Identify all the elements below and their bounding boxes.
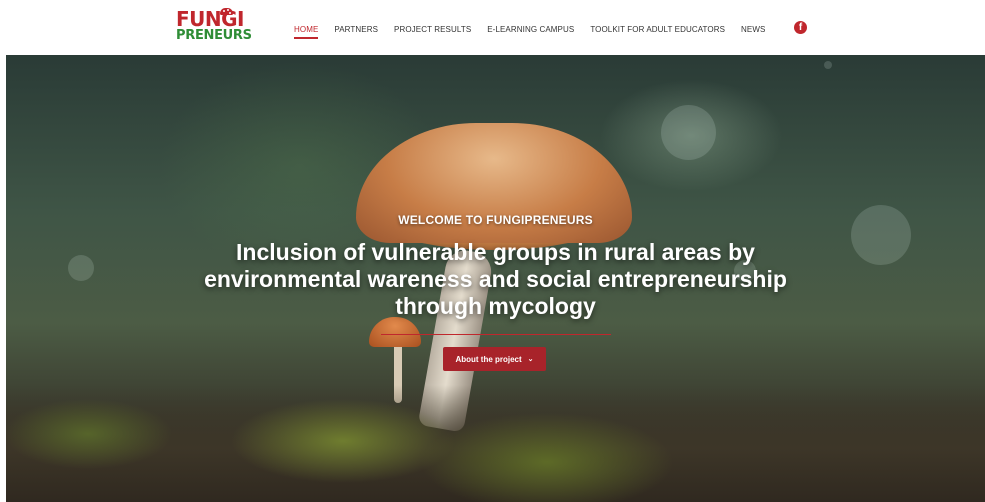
nav-item-home[interactable]: HOME	[294, 25, 319, 39]
bokeh-light	[824, 61, 832, 69]
facebook-icon[interactable]: f	[794, 21, 807, 34]
site-header: FUNGI PRENEURS HOME PARTNERS PROJECT RES…	[0, 0, 985, 55]
about-project-button[interactable]: About the project ⌄	[443, 347, 546, 371]
main-nav: HOME PARTNERS PROJECT RESULTS E-LEARNING…	[294, 22, 765, 39]
hero-kicker: WELCOME TO FUNGIPRENEURS	[398, 213, 593, 227]
mushroom-icon	[220, 8, 233, 15]
bokeh-light	[661, 105, 716, 160]
chevron-down-icon: ⌄	[527, 356, 534, 363]
nav-item-news[interactable]: NEWS	[741, 25, 765, 34]
nav-item-partners[interactable]: PARTNERS	[334, 25, 378, 34]
small-mushroom-cap	[369, 317, 421, 347]
logo-text-fungi: FUNGI	[176, 7, 245, 31]
nav-item-project-results[interactable]: PROJECT RESULTS	[394, 25, 471, 34]
site-logo[interactable]: FUNGI PRENEURS	[176, 7, 252, 47]
moss-ground	[6, 385, 985, 502]
nav-item-toolkit[interactable]: TOOLKIT FOR ADULT EDUCATORS	[590, 25, 725, 34]
hero-banner: WELCOME TO FUNGIPRENEURS Inclusion of vu…	[6, 55, 985, 502]
hero-divider	[381, 334, 611, 335]
logo-text-preneurs: PRENEURS	[176, 28, 252, 43]
hero-headline: Inclusion of vulnerable groups in rural …	[204, 239, 787, 319]
about-project-label: About the project	[455, 354, 522, 364]
bokeh-light	[68, 255, 94, 281]
nav-item-e-learning-campus[interactable]: E-LEARNING CAMPUS	[487, 25, 574, 34]
